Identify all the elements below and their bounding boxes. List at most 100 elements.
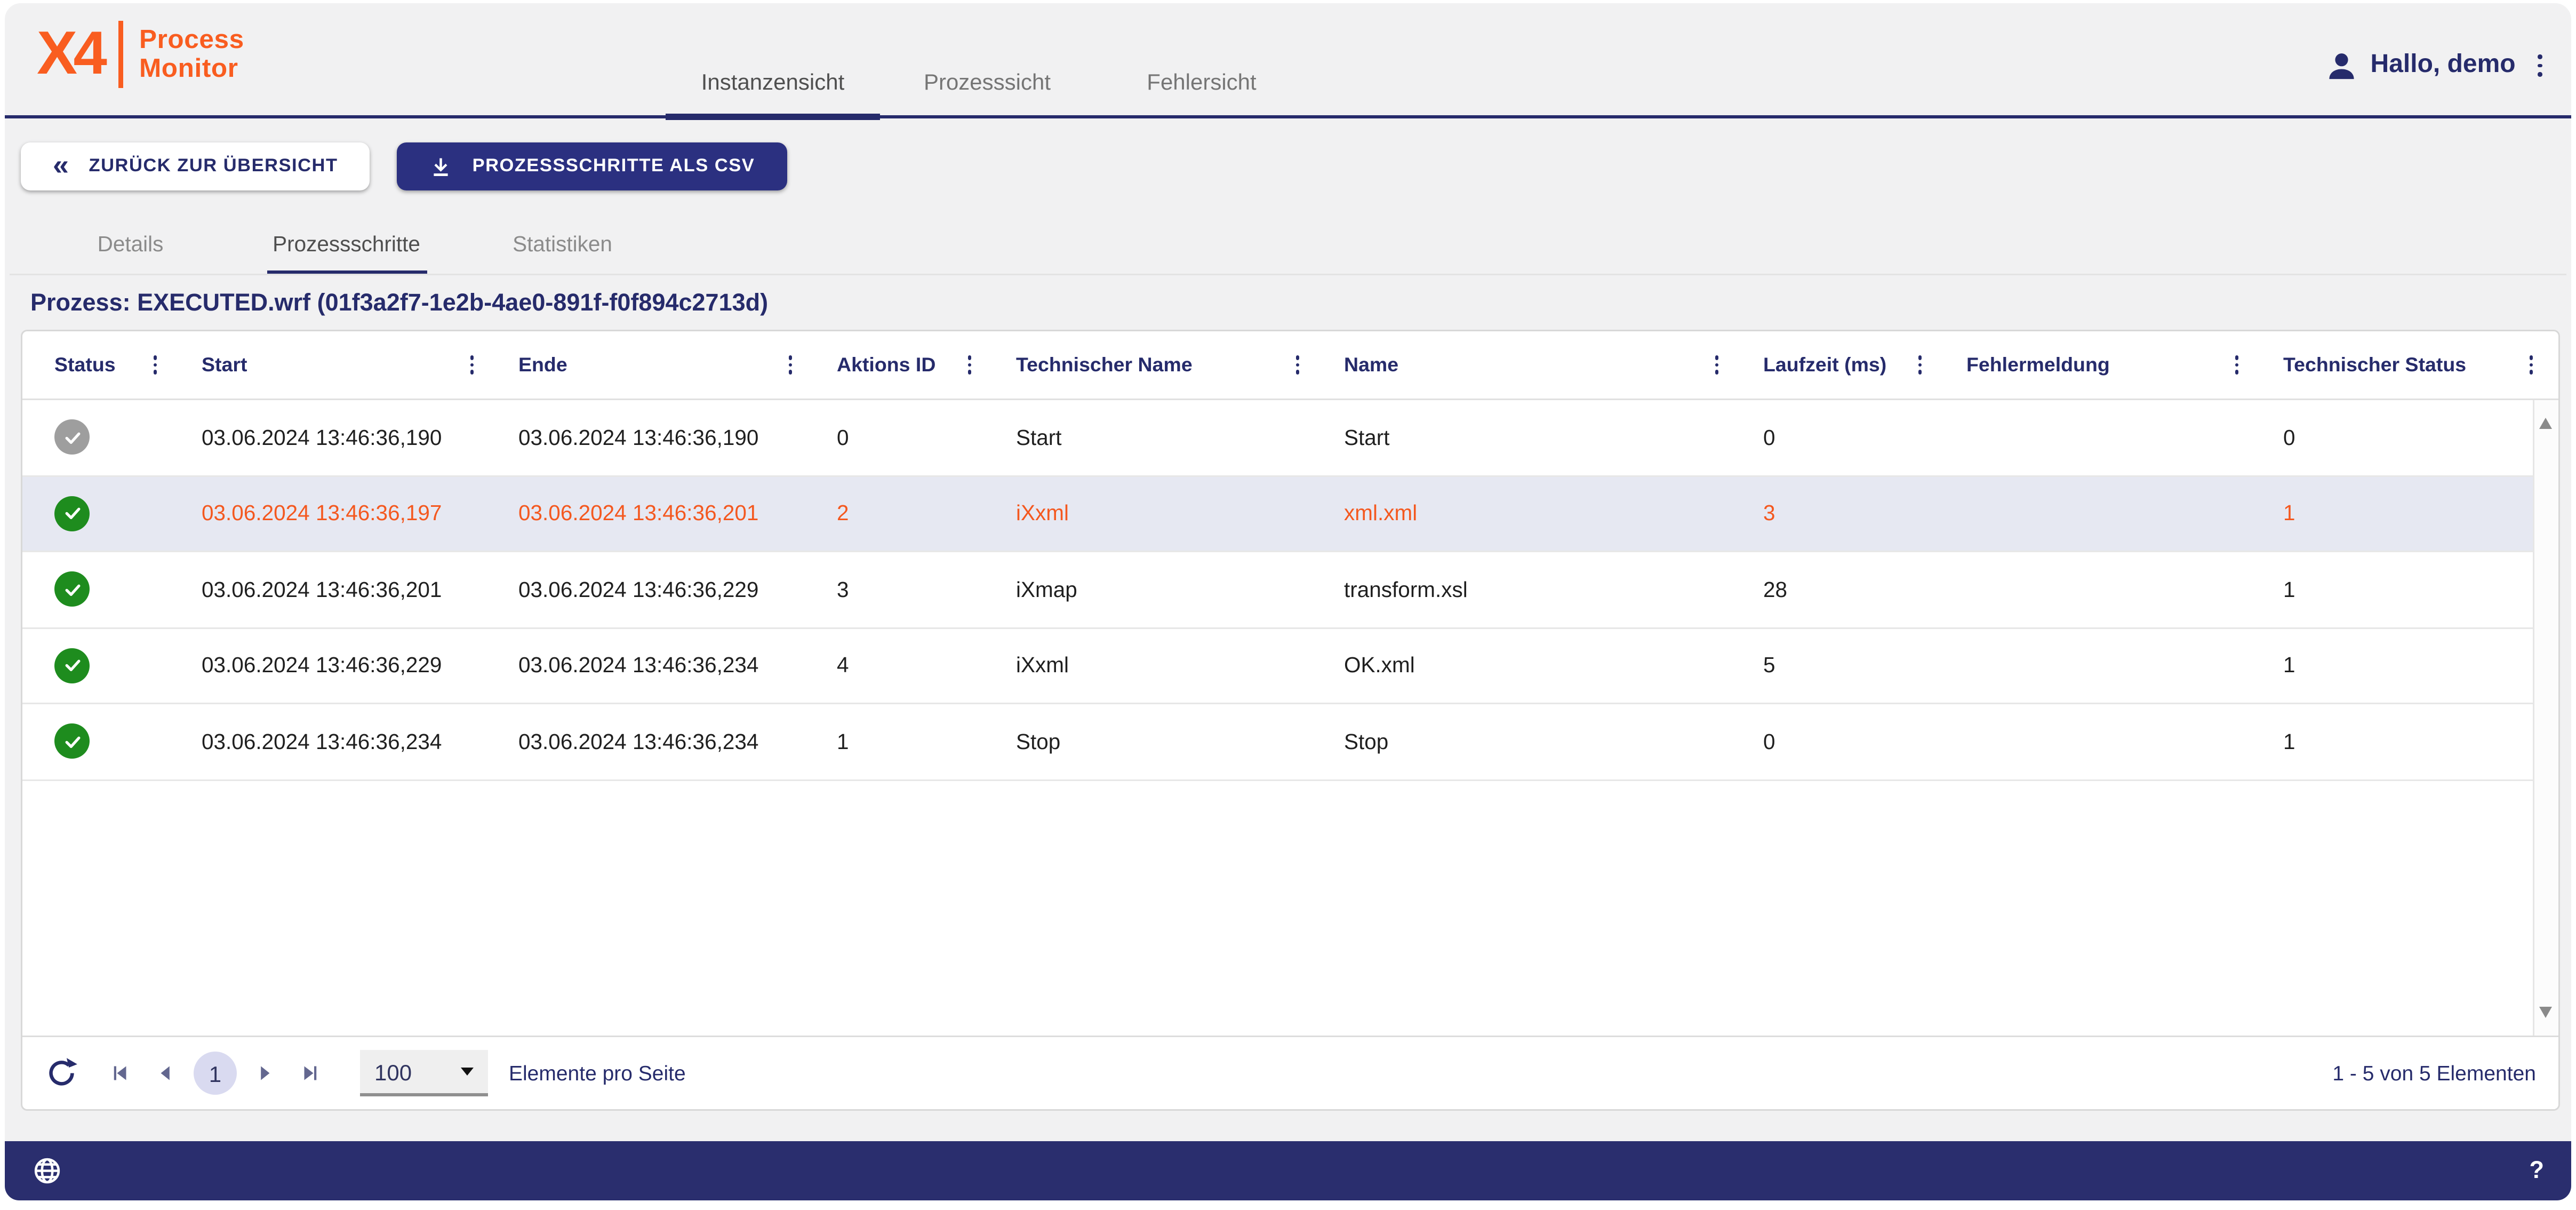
main-nav-tabs: Instanzensicht Prozesssicht Fehlersicht: [666, 3, 1309, 115]
table-row[interactable]: 03.06.2024 13:46:36,234 03.06.2024 13:46…: [22, 704, 2558, 781]
cell-technischer-status: 1: [2264, 729, 2558, 753]
cell-start: 03.06.2024 13:46:36,201: [182, 577, 499, 601]
column-menu-kebab-icon[interactable]: [1286, 349, 1309, 381]
column-header-start: Start: [182, 331, 499, 399]
status-success-check-icon: [54, 724, 90, 759]
column-header-technischer-name: Technischer Name: [997, 331, 1325, 399]
column-menu-kebab-icon[interactable]: [779, 349, 802, 381]
previous-page-icon[interactable]: [155, 1063, 176, 1084]
scroll-down-icon[interactable]: [2539, 1007, 2551, 1018]
status-success-check-icon: [54, 572, 90, 607]
user-greeting: Hallo, demo: [2371, 51, 2516, 80]
cell-technischer-status: 0: [2264, 425, 2558, 449]
x4-logo: X4 Process Monitor: [37, 21, 244, 88]
status-success-check-icon: [54, 648, 90, 683]
process-steps-table: Status Start Ende Aktions ID Technischer…: [21, 330, 2560, 1111]
last-page-icon[interactable]: [301, 1063, 322, 1084]
cell-aktions-id: 1: [818, 729, 997, 753]
cell-aktions-id: 0: [818, 425, 997, 449]
detail-tabs: Details Prozessschritte Statistiken: [22, 213, 670, 275]
table-row[interactable]: 03.06.2024 13:46:36,190 03.06.2024 13:46…: [22, 400, 2558, 476]
process-title: Prozess: EXECUTED.wrf (01f3a2f7-1e2b-4ae…: [30, 290, 768, 317]
column-menu-kebab-icon[interactable]: [1908, 349, 1932, 381]
logo-line2: Monitor: [139, 54, 238, 83]
help-button[interactable]: ?: [2529, 1157, 2544, 1184]
column-menu-kebab-icon[interactable]: [958, 349, 981, 381]
cell-laufzeit: 0: [1744, 425, 1947, 449]
cell-name: OK.xml: [1325, 654, 1744, 678]
cell-technischer-status: 1: [2264, 501, 2558, 526]
page-size-select[interactable]: 100: [360, 1050, 488, 1096]
back-to-overview-button[interactable]: « ZURÜCK ZUR ÜBERSICHT: [21, 142, 370, 190]
column-menu-kebab-icon[interactable]: [2225, 349, 2249, 381]
range-label: 1 - 5 von 5 Elementen: [2332, 1061, 2536, 1085]
cell-technischer-name: iXxml: [997, 501, 1325, 526]
cell-name: xml.xml: [1325, 501, 1744, 526]
cell-technischer-name: Start: [997, 425, 1325, 449]
tab-instanzensicht[interactable]: Instanzensicht: [666, 69, 880, 115]
cell-technischer-name: iXxml: [997, 654, 1325, 678]
column-header-laufzeit: Laufzeit (ms): [1744, 331, 1947, 399]
tab-prozessschritte[interactable]: Prozessschritte: [238, 213, 454, 275]
next-page-icon[interactable]: [254, 1063, 275, 1084]
cell-laufzeit: 28: [1744, 577, 1947, 601]
column-menu-kebab-icon[interactable]: [143, 349, 167, 381]
table-row[interactable]: 03.06.2024 13:46:36,201 03.06.2024 13:46…: [22, 552, 2558, 628]
tab-prozesssicht[interactable]: Prozesssicht: [880, 69, 1094, 115]
footer-bar: ?: [5, 1141, 2571, 1200]
table-row[interactable]: 03.06.2024 13:46:36,229 03.06.2024 13:46…: [22, 628, 2558, 705]
refresh-icon[interactable]: [45, 1056, 78, 1090]
cell-name: transform.xsl: [1325, 577, 1744, 601]
cell-aktions-id: 3: [818, 577, 997, 601]
scroll-up-icon[interactable]: [2539, 418, 2551, 429]
globe-icon[interactable]: [32, 1156, 62, 1186]
column-header-aktions-id: Aktions ID: [818, 331, 997, 399]
pagination-bar: 1 100 Elemente pro Seite 1 - 5 von 5 Ele…: [22, 1036, 2558, 1109]
cell-start: 03.06.2024 13:46:36,190: [182, 425, 499, 449]
logo-divider: [119, 21, 123, 88]
cell-ende: 03.06.2024 13:46:36,229: [499, 577, 818, 601]
csv-button-label: PROZESSSCHRITTE ALS CSV: [473, 157, 755, 176]
first-page-icon[interactable]: [109, 1063, 130, 1084]
table-body: 03.06.2024 13:46:36,190 03.06.2024 13:46…: [22, 400, 2558, 781]
cell-name: Stop: [1325, 729, 1744, 753]
cell-start: 03.06.2024 13:46:36,197: [182, 501, 499, 526]
column-header-ende: Ende: [499, 331, 818, 399]
column-menu-kebab-icon[interactable]: [1705, 349, 1729, 381]
user-menu: Hallo, demo: [2324, 3, 2552, 122]
cell-ende: 03.06.2024 13:46:36,190: [499, 425, 818, 449]
column-header-status: Status: [22, 331, 182, 399]
cell-technischer-name: iXmap: [997, 577, 1325, 601]
download-icon: [429, 155, 453, 179]
back-button-label: ZURÜCK ZUR ÜBERSICHT: [89, 157, 338, 176]
cell-aktions-id: 2: [818, 501, 997, 526]
cell-laufzeit: 3: [1744, 501, 1947, 526]
table-row-selected[interactable]: 03.06.2024 13:46:36,197 03.06.2024 13:46…: [22, 476, 2558, 553]
cell-aktions-id: 4: [818, 654, 997, 678]
page-size-label: Elemente pro Seite: [509, 1061, 686, 1085]
logo-title: Process Monitor: [139, 26, 244, 83]
column-header-technischer-status: Technischer Status: [2264, 331, 2558, 399]
cell-laufzeit: 0: [1744, 729, 1947, 753]
cell-technischer-name: Stop: [997, 729, 1325, 753]
column-header-fehlermeldung: Fehlermeldung: [1947, 331, 2264, 399]
cell-laufzeit: 5: [1744, 654, 1947, 678]
cell-start: 03.06.2024 13:46:36,229: [182, 654, 499, 678]
page-size-value: 100: [374, 1059, 461, 1085]
x4-logo-mark: X4: [37, 21, 103, 88]
column-menu-kebab-icon[interactable]: [460, 349, 484, 381]
screen: X4 Process Monitor Instanzensicht Prozes…: [0, 0, 2576, 1210]
column-header-name: Name: [1325, 331, 1744, 399]
cell-name: Start: [1325, 425, 1744, 449]
current-page-indicator[interactable]: 1: [194, 1052, 237, 1095]
user-menu-kebab-icon[interactable]: [2529, 49, 2552, 83]
table-scrollbar[interactable]: [2533, 400, 2558, 1036]
tab-details[interactable]: Details: [22, 213, 238, 275]
cell-start: 03.06.2024 13:46:36,234: [182, 729, 499, 753]
column-menu-kebab-icon[interactable]: [2519, 349, 2543, 381]
cell-technischer-status: 1: [2264, 654, 2558, 678]
app-window: X4 Process Monitor Instanzensicht Prozes…: [5, 3, 2571, 1200]
export-csv-button[interactable]: PROZESSSCHRITTE ALS CSV: [397, 142, 787, 190]
tab-fehlersicht[interactable]: Fehlersicht: [1094, 69, 1309, 115]
tab-statistiken[interactable]: Statistiken: [454, 213, 670, 275]
